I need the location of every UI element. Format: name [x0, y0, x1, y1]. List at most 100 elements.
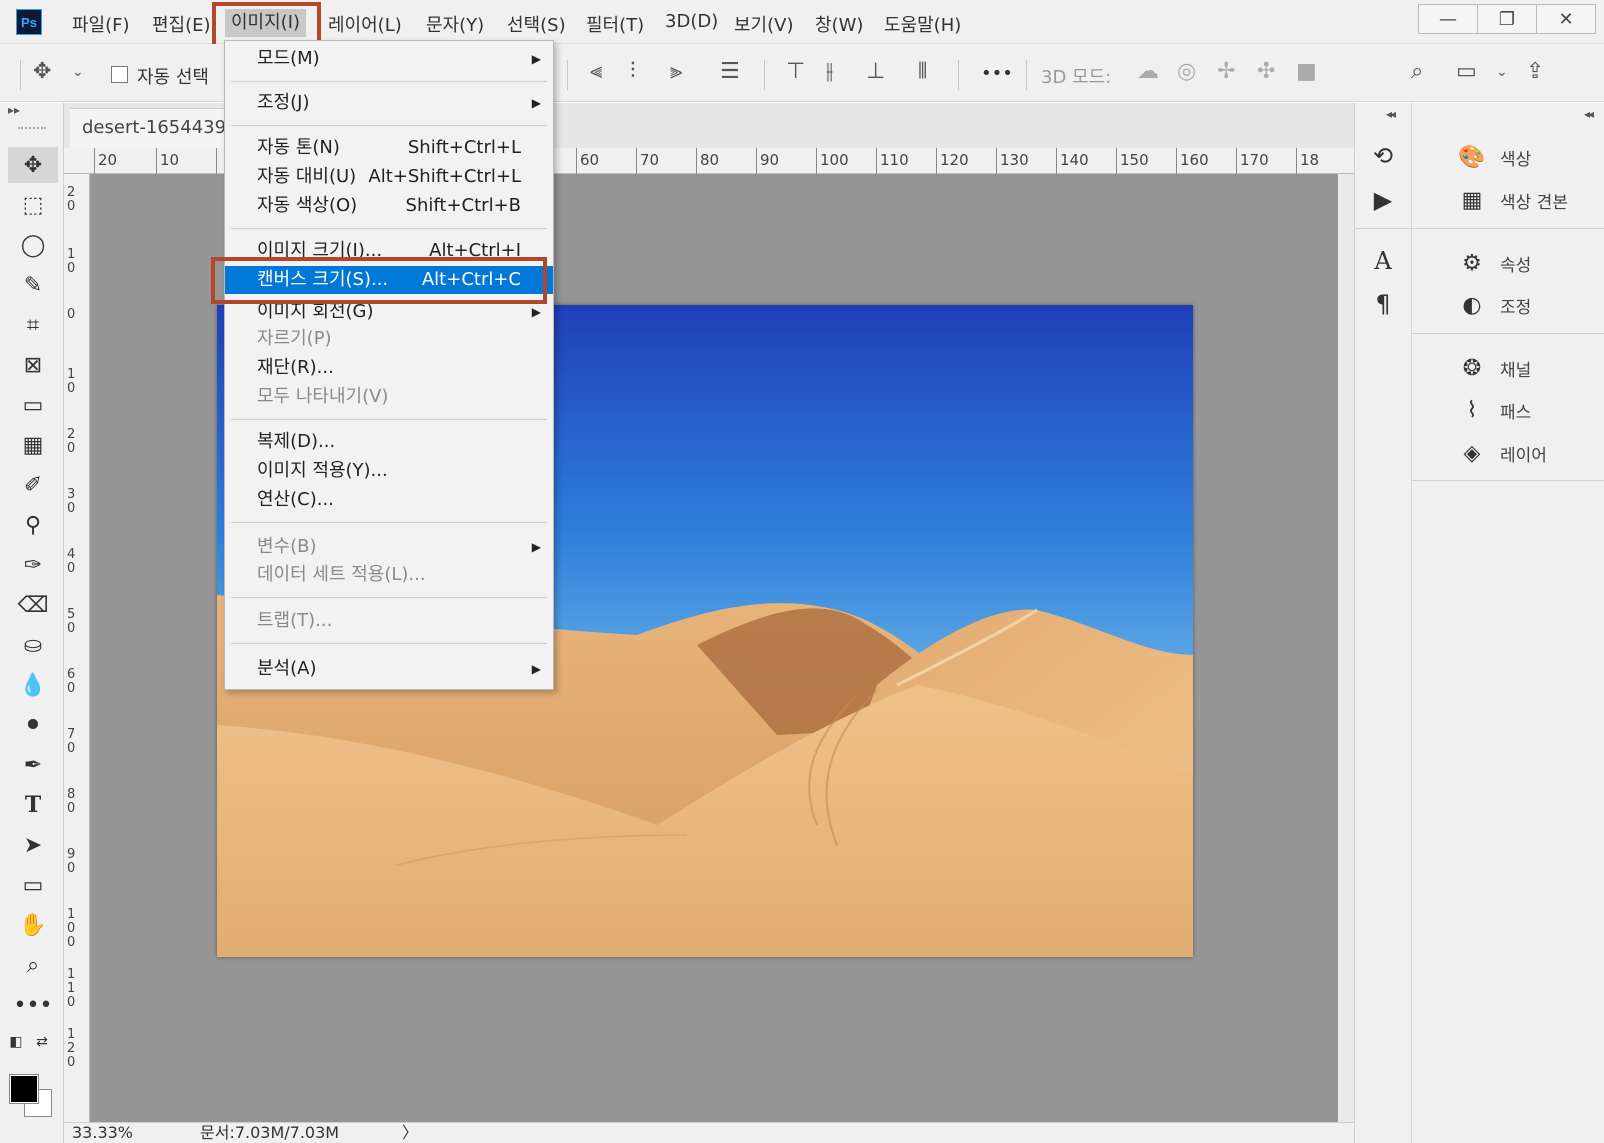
- crop-tool-icon[interactable]: ⌗: [8, 307, 58, 343]
- 3d-camera-icon[interactable]: ■: [1296, 60, 1317, 84]
- panel-grip[interactable]: [18, 127, 46, 132]
- 3d-roll-icon[interactable]: ◎: [1177, 60, 1196, 84]
- menu-item-auto-color[interactable]: 자동 색상(O) Shift+Ctrl+B: [225, 192, 553, 220]
- default-colors-icon[interactable]: ◧: [4, 1024, 28, 1060]
- menu-item-calculations[interactable]: 연산(C)...: [225, 486, 553, 514]
- menu-window[interactable]: 창(W): [815, 11, 863, 37]
- menu-help[interactable]: 도움말(H): [884, 11, 961, 37]
- panel-channels[interactable]: ❂ 채널: [1458, 353, 1532, 383]
- vertical-scrollbar[interactable]: [1338, 174, 1354, 1122]
- distribute-vertical-icon[interactable]: ⫴: [918, 60, 927, 84]
- share-icon[interactable]: ⇪: [1526, 60, 1544, 84]
- ruler-tool-icon[interactable]: ▭: [8, 387, 58, 423]
- menu-item-analysis[interactable]: 분석(A) ▶: [225, 655, 553, 683]
- menu-item-image-size[interactable]: 이미지 크기(I)... Alt+Ctrl+I: [225, 237, 553, 265]
- align-vcenter-icon[interactable]: ⫲: [826, 60, 833, 84]
- menu-item-reveal-all[interactable]: 모두 나타내기(V): [225, 383, 553, 411]
- paint-bucket-icon[interactable]: ⛀: [8, 627, 58, 663]
- actions-play-icon[interactable]: ▶: [1369, 186, 1397, 214]
- menu-item-auto-tone[interactable]: 자동 톤(N) Shift+Ctrl+L: [225, 134, 553, 162]
- swap-colors-icon[interactable]: ⇄: [30, 1024, 54, 1060]
- menu-edit[interactable]: 편집(E): [152, 11, 211, 37]
- minimize-button[interactable]: —: [1418, 4, 1478, 34]
- type-tool-icon[interactable]: T: [8, 787, 58, 823]
- frame-tool-icon[interactable]: ⊠: [8, 347, 58, 383]
- pen-tool-icon[interactable]: ✒: [8, 747, 58, 783]
- chevron-down-icon[interactable]: ⌄: [72, 60, 84, 84]
- panel-paths[interactable]: ⌇ 패스: [1458, 395, 1532, 425]
- align-left-icon[interactable]: ⫷: [590, 60, 602, 84]
- menu-select[interactable]: 선택(S): [507, 11, 566, 37]
- move-tool-icon[interactable]: ✥: [8, 147, 58, 183]
- panel-adjustments[interactable]: ◐ 조정: [1458, 290, 1531, 320]
- edit-toolbar-icon[interactable]: •••: [8, 987, 58, 1023]
- healing-brush-icon[interactable]: ▦: [8, 427, 58, 463]
- menu-layer[interactable]: 레이어(L): [328, 11, 402, 37]
- menu-item-adjustments[interactable]: 조정(J) ▶: [225, 89, 553, 117]
- auto-select-checkbox[interactable]: [111, 66, 128, 83]
- menu-item-trim[interactable]: 재단(R)...: [225, 354, 553, 382]
- menu-item-apply-image[interactable]: 이미지 적용(Y)...: [225, 457, 553, 485]
- close-button[interactable]: ✕: [1536, 4, 1596, 34]
- dodge-tool-icon[interactable]: ⚫: [8, 707, 58, 743]
- ruler-label: 80: [67, 787, 76, 816]
- collapse-icon[interactable]: ◂◂: [1386, 107, 1396, 121]
- ruler-label: 70: [67, 727, 76, 756]
- search-icon[interactable]: ⌕: [1411, 60, 1423, 84]
- history-icon[interactable]: ⟲: [1369, 142, 1397, 170]
- paragraph-icon[interactable]: ¶: [1369, 290, 1397, 318]
- eraser-tool-icon[interactable]: ⌫: [8, 587, 58, 623]
- 3d-pan-icon[interactable]: ✢: [1217, 60, 1235, 84]
- menu-item-duplicate[interactable]: 복제(D)...: [225, 428, 553, 456]
- magic-wand-icon[interactable]: ✎: [8, 267, 58, 303]
- align-top-icon[interactable]: ⊤: [786, 60, 805, 84]
- move-tool-icon[interactable]: ✥: [33, 60, 51, 84]
- menu-image[interactable]: 이미지(I): [225, 9, 307, 37]
- menu-file[interactable]: 파일(F): [72, 11, 130, 37]
- path-select-icon[interactable]: ➤: [8, 827, 58, 863]
- history-brush-icon[interactable]: ✑: [8, 547, 58, 583]
- expand-icon[interactable]: ▸▸: [8, 103, 20, 117]
- menu-item-canvas-size[interactable]: 캔버스 크기(S)... Alt+Ctrl+C: [225, 266, 553, 294]
- foreground-color-swatch[interactable]: [9, 1074, 39, 1104]
- document-tab[interactable]: desert-1654439_: [70, 108, 248, 148]
- hand-tool-icon[interactable]: ✋: [8, 907, 58, 943]
- status-menu-arrow[interactable]: 〉: [402, 1123, 418, 1143]
- stamp-tool-icon[interactable]: ⚲: [8, 507, 58, 543]
- marquee-tool-icon[interactable]: ⬚: [8, 187, 58, 223]
- menu-type[interactable]: 문자(Y): [426, 11, 484, 37]
- zoom-level[interactable]: 33.33%: [72, 1123, 133, 1143]
- brush-tool-icon[interactable]: ✐: [8, 467, 58, 503]
- more-options-button[interactable]: •••: [981, 63, 1013, 84]
- workspace-chevron-icon[interactable]: ⌄: [1496, 60, 1508, 84]
- menu-item-auto-contrast[interactable]: 자동 대비(U) Alt+Shift+Ctrl+L: [225, 163, 553, 191]
- menu-item-mode[interactable]: 모드(M) ▶: [225, 45, 553, 73]
- workspace-icon[interactable]: ▭: [1456, 60, 1477, 84]
- panel-color[interactable]: 🎨 색상: [1458, 142, 1531, 172]
- distribute-icon[interactable]: ☰: [720, 60, 740, 84]
- 3d-orbit-icon[interactable]: ☁: [1137, 60, 1159, 84]
- panel-properties[interactable]: ⚙ 속성: [1458, 248, 1531, 278]
- restore-button[interactable]: ❐: [1477, 4, 1537, 34]
- menu-item-trap[interactable]: 트랩(T)...: [225, 607, 553, 635]
- character-icon[interactable]: A: [1369, 247, 1397, 275]
- document-size: 문서:7.03M/7.03M: [200, 1123, 340, 1142]
- panel-swatches[interactable]: ▦ 색상 견본: [1458, 185, 1568, 215]
- menu-item-apply-data-set[interactable]: 데이터 세트 적용(L)...: [225, 561, 553, 589]
- panel-layers[interactable]: ◈ 레이어: [1458, 438, 1547, 468]
- align-hcenter-icon[interactable]: ⫶: [630, 60, 636, 84]
- collapse-icon[interactable]: ◂◂: [1584, 107, 1594, 121]
- 3d-slide-icon[interactable]: ✣: [1257, 60, 1275, 84]
- zoom-tool-icon[interactable]: ⌕: [8, 947, 58, 983]
- menu-item-crop[interactable]: 자르기(P): [225, 325, 553, 353]
- menu-filter[interactable]: 필터(T): [586, 11, 644, 37]
- menu-item-variables[interactable]: 변수(B) ▶: [225, 533, 553, 561]
- align-right-icon[interactable]: ⫸: [670, 60, 682, 84]
- rectangle-tool-icon[interactable]: ▭: [8, 867, 58, 903]
- menu-item-image-rotation[interactable]: 이미지 회전(G) ▶: [225, 298, 553, 326]
- align-bottom-icon[interactable]: ⊥: [866, 60, 885, 84]
- menu-3d[interactable]: 3D(D): [665, 11, 718, 32]
- menu-view[interactable]: 보기(V): [734, 11, 793, 37]
- blur-tool-icon[interactable]: 💧: [8, 667, 58, 703]
- lasso-tool-icon[interactable]: ◯: [8, 227, 58, 263]
